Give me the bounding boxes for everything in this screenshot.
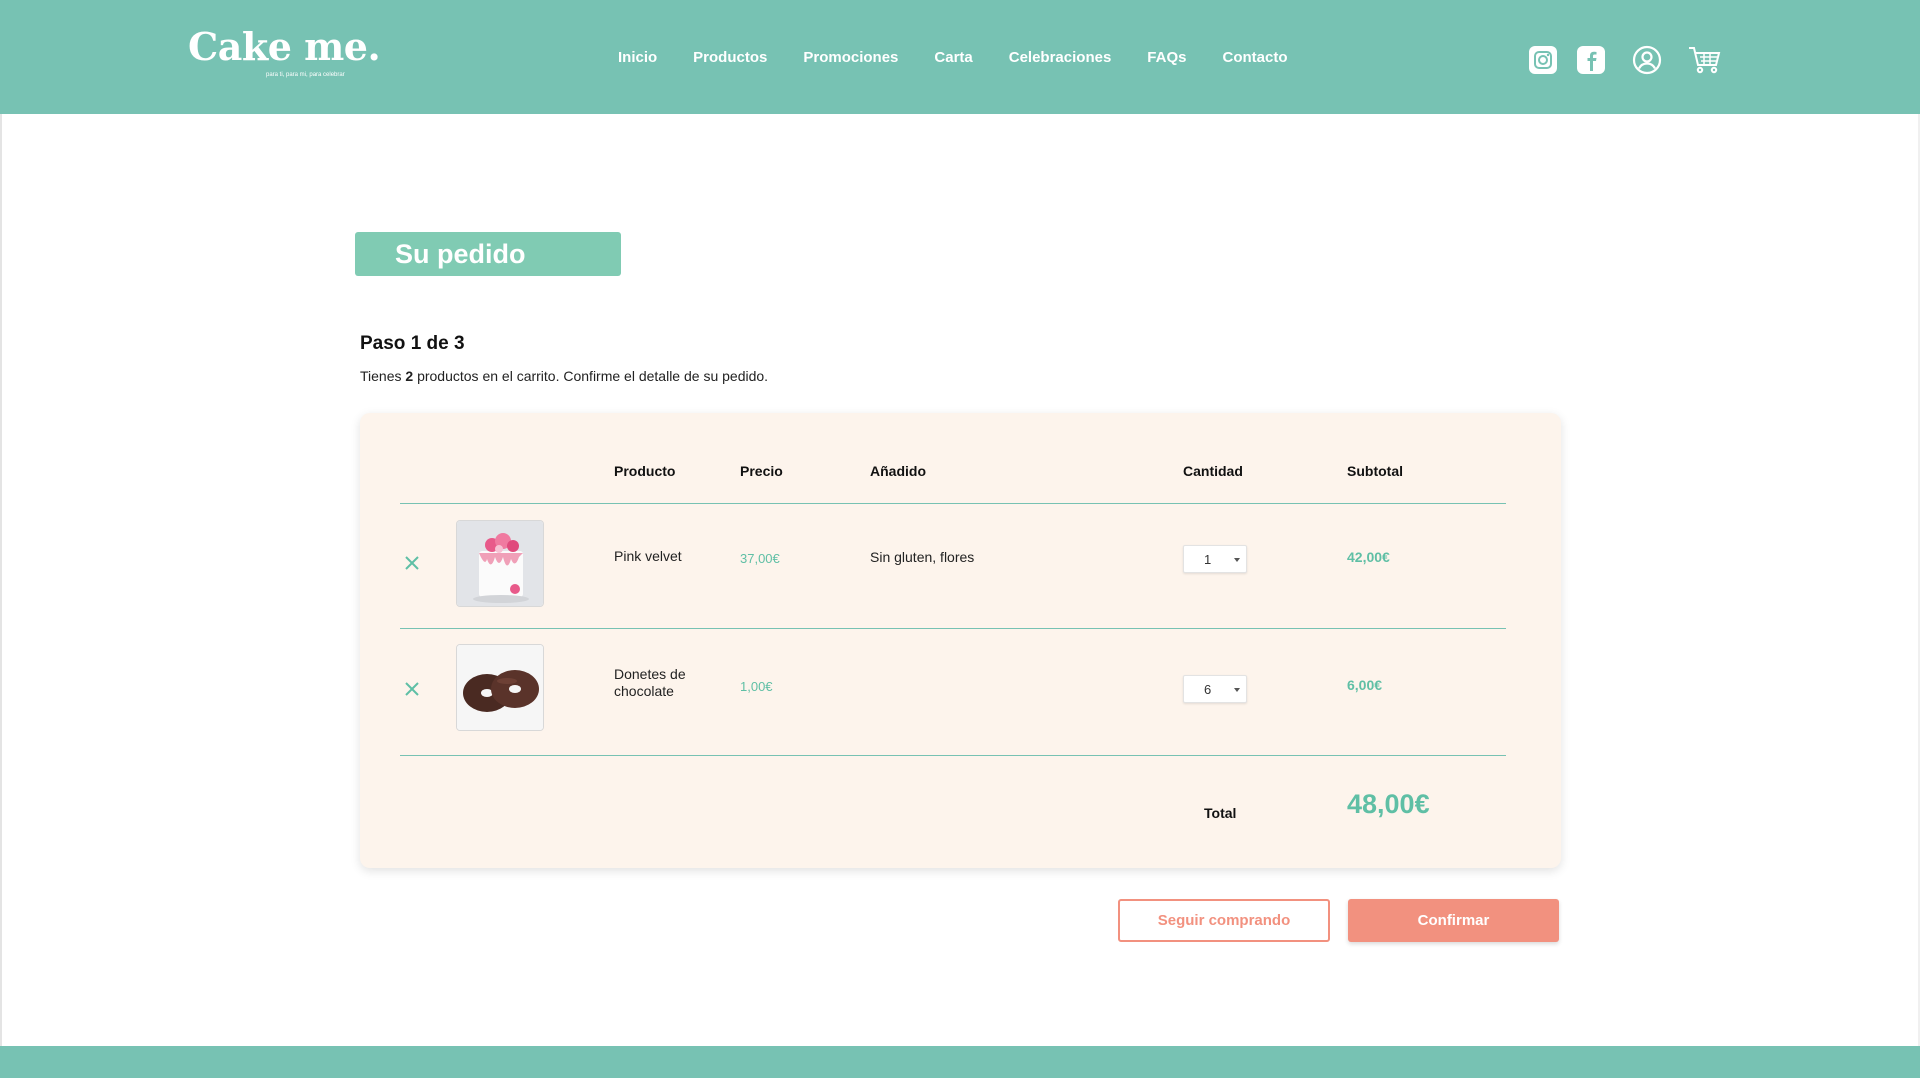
summary-suffix: productos en el carrito. Confirme el det… bbox=[413, 368, 769, 384]
page-title-banner: Su pedido bbox=[355, 232, 621, 276]
remove-item-icon[interactable] bbox=[402, 553, 422, 573]
table-divider bbox=[400, 755, 1506, 756]
quantity-value: 1 bbox=[1204, 552, 1212, 567]
total-amount: 48,00€ bbox=[1347, 789, 1430, 819]
summary-prefix: Tienes bbox=[360, 368, 406, 384]
nav-contacto[interactable]: Contacto bbox=[1222, 49, 1287, 66]
nav-celebraciones[interactable]: Celebraciones bbox=[1009, 49, 1112, 66]
nav-promociones[interactable]: Promociones bbox=[803, 49, 898, 66]
pink-velvet-cake-image bbox=[456, 520, 544, 607]
nav-productos[interactable]: Productos bbox=[693, 49, 767, 66]
unit-price: 1,00€ bbox=[740, 679, 773, 694]
header-cantidad: Cantidad bbox=[1183, 463, 1243, 479]
brand-logo[interactable]: Cake me. para ti, para mi, para celebrar bbox=[188, 24, 381, 79]
product-name: Pink velvet bbox=[614, 548, 682, 564]
site-footer bbox=[0, 1046, 1920, 1078]
total-label: Total bbox=[1204, 805, 1237, 821]
header-precio: Precio bbox=[740, 463, 783, 479]
header-anadido: Añadido bbox=[870, 463, 926, 479]
row-subtotal: 6,00€ bbox=[1347, 677, 1383, 693]
nav-inicio[interactable]: Inicio bbox=[618, 49, 657, 66]
quantity-select[interactable]: 1 bbox=[1183, 545, 1247, 573]
row-subtotal: 42,00€ bbox=[1347, 549, 1390, 565]
shopping-cart-icon[interactable] bbox=[1688, 45, 1722, 75]
remove-item-icon[interactable] bbox=[402, 679, 422, 699]
user-account-icon[interactable] bbox=[1632, 45, 1662, 75]
instagram-icon[interactable] bbox=[1528, 45, 1558, 75]
quantity-value: 6 bbox=[1204, 682, 1212, 697]
table-row: Donetes de chocolate 1,00€ 6 6,00€ bbox=[360, 629, 1561, 753]
checkout-step: Paso 1 de 3 bbox=[360, 333, 465, 354]
chevron-down-icon bbox=[1234, 558, 1240, 562]
table-row: Pink velvet 37,00€ Sin gluten, flores 1 … bbox=[360, 504, 1561, 628]
main-nav: Inicio Productos Promociones Carta Celeb… bbox=[618, 0, 1287, 114]
page-border-left bbox=[0, 114, 2, 1046]
continue-shopping-button[interactable]: Seguir comprando bbox=[1118, 899, 1330, 942]
header-subtotal: Subtotal bbox=[1347, 463, 1403, 479]
header-producto: Producto bbox=[614, 463, 676, 479]
chocolate-donuts-image bbox=[456, 644, 544, 731]
cart-table-card: Producto Precio Añadido Cantidad Subtota… bbox=[360, 413, 1561, 868]
quantity-select[interactable]: 6 bbox=[1183, 675, 1247, 703]
nav-carta[interactable]: Carta bbox=[934, 49, 972, 66]
nav-faqs[interactable]: FAQs bbox=[1147, 49, 1186, 66]
chevron-down-icon bbox=[1234, 688, 1240, 692]
logo-wordmark: Cake me. bbox=[188, 24, 381, 69]
site-header: Cake me. para ti, para mi, para celebrar… bbox=[0, 0, 1920, 114]
page-title: Su pedido bbox=[395, 239, 526, 269]
product-name: Donetes de chocolate bbox=[614, 666, 686, 699]
unit-price: 37,00€ bbox=[740, 551, 780, 566]
confirm-button[interactable]: Confirmar bbox=[1348, 899, 1559, 942]
cart-summary: Tienes 2 productos en el carrito. Confir… bbox=[360, 368, 768, 384]
product-addon: Sin gluten, flores bbox=[870, 549, 975, 565]
logo-tagline: para ti, para mi, para celebrar bbox=[266, 72, 345, 78]
facebook-icon[interactable] bbox=[1576, 45, 1606, 75]
